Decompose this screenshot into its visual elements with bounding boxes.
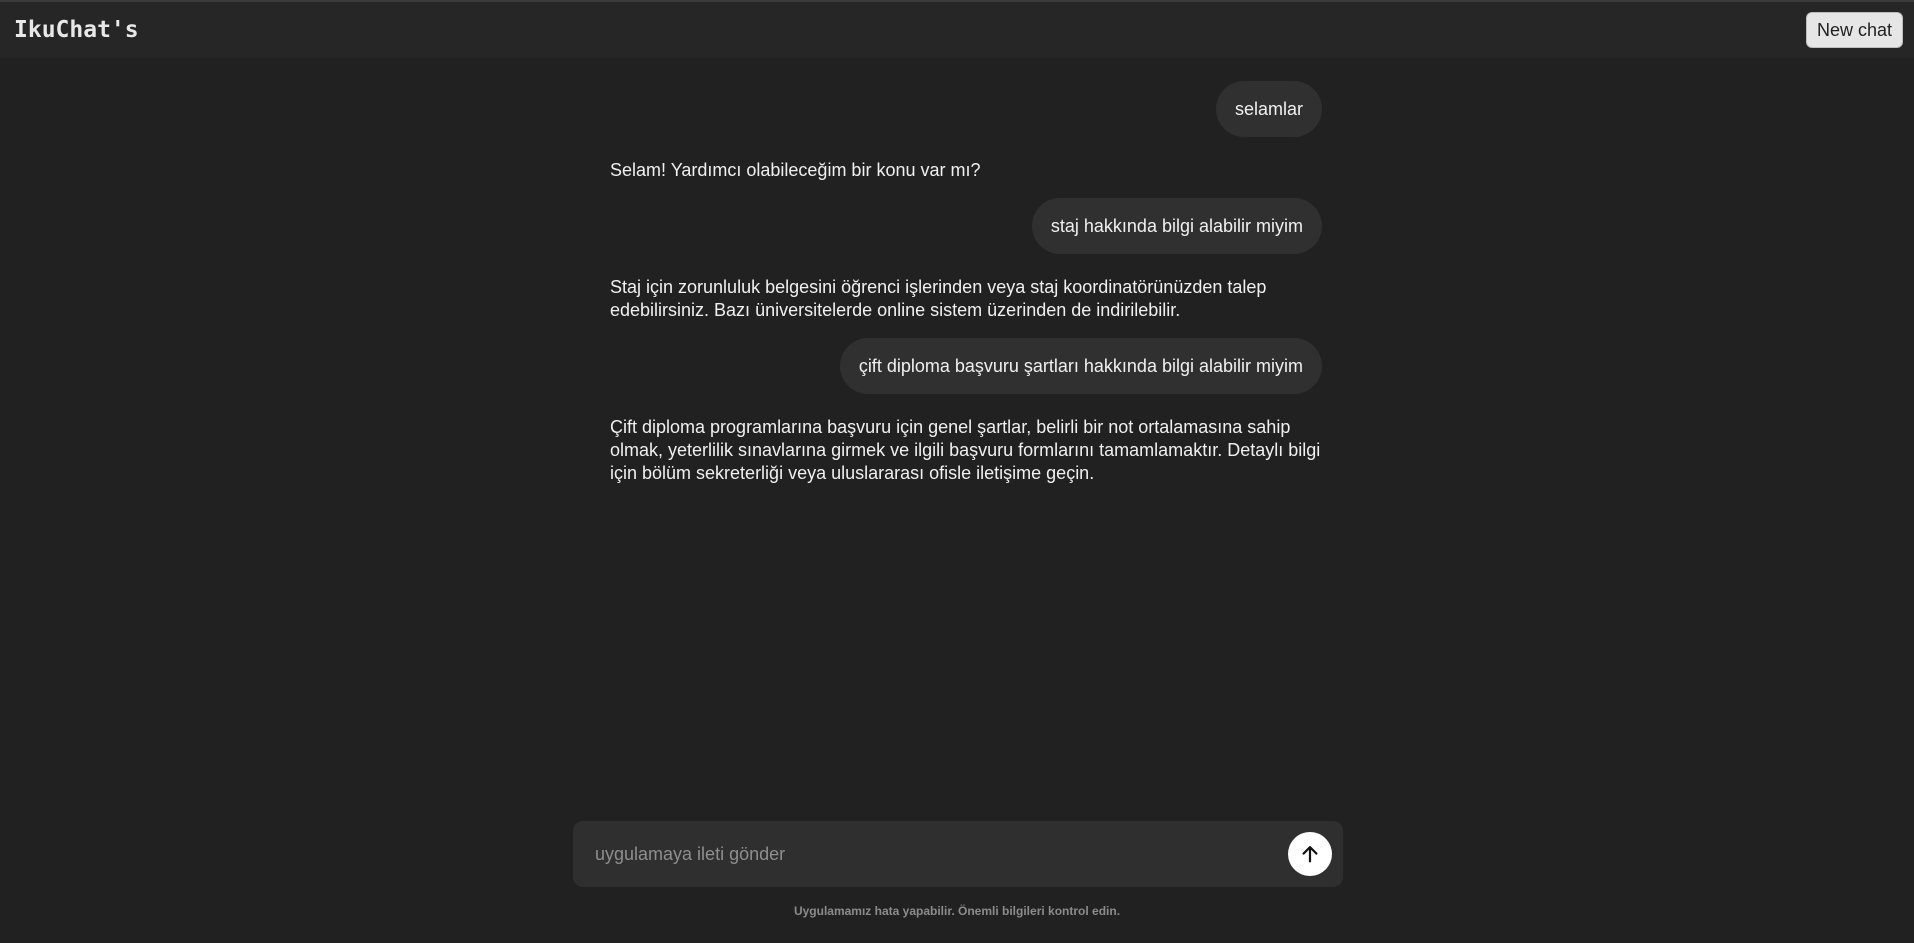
disclaimer-text: Uygulamamız hata yapabilir. Önemli bilgi… bbox=[793, 904, 1121, 918]
top-bar: IkuChat's New chat bbox=[0, 2, 1914, 58]
message-composer bbox=[573, 821, 1343, 887]
chat-app: IkuChat's New chat selamlar Selam! Yardı… bbox=[0, 0, 1914, 943]
user-message-row: selamlar bbox=[610, 81, 1322, 137]
arrow-up-icon bbox=[1302, 846, 1318, 863]
message-input[interactable] bbox=[595, 821, 1255, 887]
user-message-bubble: selamlar bbox=[1215, 81, 1322, 137]
assistant-message: Çift diploma programlarına başvuru için … bbox=[610, 417, 1321, 483]
assistant-message: Selam! Yardımcı olabileceğim bir konu va… bbox=[610, 160, 981, 180]
user-message-row: çift diploma başvuru şartları hakkında b… bbox=[610, 338, 1322, 394]
app-logo-title: IkuChat's bbox=[14, 17, 139, 43]
user-message-bubble: staj hakkında bilgi alabilir miyim bbox=[1031, 198, 1322, 254]
new-chat-button[interactable]: New chat bbox=[1805, 12, 1903, 48]
message-thread: selamlar Selam! Yardımcı olabileceğim bi… bbox=[610, 58, 1322, 485]
user-message-bubble: çift diploma başvuru şartları hakkında b… bbox=[839, 338, 1322, 394]
assistant-message: Staj için zorunluluk belgesini öğrenci i… bbox=[610, 277, 1267, 320]
send-button[interactable] bbox=[1288, 832, 1332, 876]
user-message-row: staj hakkında bilgi alabilir miyim bbox=[610, 198, 1322, 254]
